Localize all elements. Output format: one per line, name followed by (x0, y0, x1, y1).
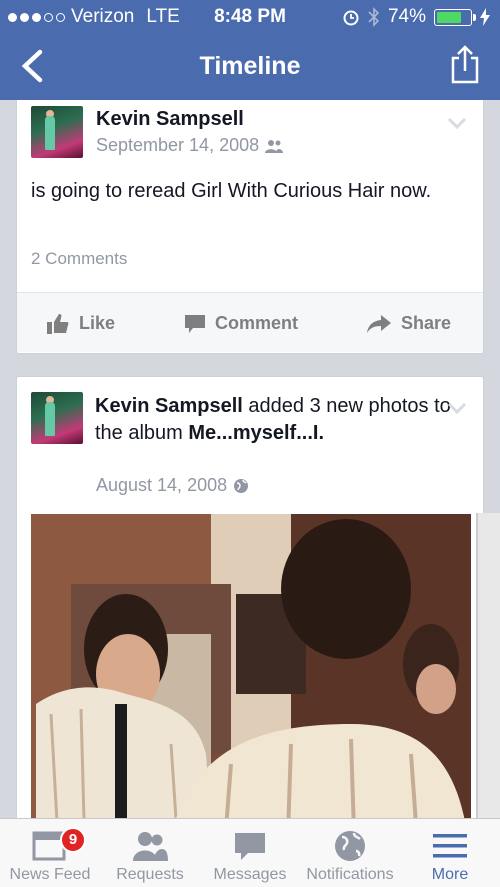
friends-privacy-icon (265, 139, 284, 153)
comment-icon (185, 314, 205, 333)
tab-label: News Feed (9, 866, 91, 883)
author-name[interactable]: Kevin Sampsell (96, 108, 244, 131)
tab-label: More (431, 866, 469, 883)
globe-privacy-icon (234, 478, 249, 493)
author-name[interactable]: Kevin Sampsell (95, 395, 243, 417)
tab-messages[interactable]: Messages (200, 819, 300, 887)
tab-label: Messages (213, 866, 287, 883)
post-headline: Kevin Sampsell added 3 new photos to the… (95, 393, 455, 447)
globe-icon (335, 831, 365, 861)
tab-notifications[interactable]: Notifications (300, 819, 400, 887)
friends-icon (133, 832, 168, 861)
alarm-icon (343, 10, 359, 26)
avatar[interactable] (31, 106, 83, 158)
like-button[interactable]: Like (47, 313, 115, 334)
post-meta: August 14, 2008 (96, 475, 249, 496)
post-date[interactable]: August 14, 2008 (96, 475, 227, 496)
battery-percent: 74% (387, 6, 426, 27)
comment-button[interactable]: Comment (185, 313, 298, 334)
share-arrow-icon (367, 314, 391, 333)
post-card: Kevin Sampsell added 3 new photos to the… (16, 376, 484, 887)
post-actions: Like Comment Share (17, 292, 483, 352)
chevron-down-icon[interactable] (447, 116, 467, 130)
tab-label: Notifications (306, 866, 394, 883)
post-card: Kevin Sampsell September 14, 2008 is goi… (16, 100, 484, 354)
tab-requests[interactable]: Requests (100, 819, 200, 887)
tab-more[interactable]: More (400, 819, 500, 887)
messages-icon (235, 833, 265, 860)
tab-news-feed[interactable]: 9 News Feed (0, 819, 100, 887)
share-button[interactable]: Share (367, 313, 451, 334)
thumbs-up-icon (47, 313, 69, 334)
comments-count[interactable]: 2 Comments (31, 249, 127, 269)
share-label: Share (401, 313, 452, 333)
comment-label: Comment (215, 313, 299, 333)
post-text: is going to reread Girl With Curious Hai… (31, 180, 432, 202)
tab-bar: 9 News Feed Requests Messages Notificati… (0, 818, 500, 887)
album-name[interactable]: Me...myself...I. (188, 422, 324, 444)
notification-badge: 9 (60, 827, 86, 853)
battery-icon (434, 8, 476, 26)
avatar[interactable] (31, 392, 83, 444)
chevron-down-icon[interactable] (447, 401, 467, 415)
next-photo-peek[interactable] (476, 513, 500, 818)
page-title: Timeline (199, 52, 301, 80)
share-icon[interactable] (450, 44, 480, 84)
tab-label: Requests (116, 866, 184, 883)
like-label: Like (79, 313, 116, 333)
status-bar: Verizon LTE 8:48 PM 74% (0, 0, 500, 34)
post-meta: September 14, 2008 (96, 135, 284, 156)
nav-bar: Timeline (0, 34, 500, 100)
charging-icon (480, 8, 490, 26)
menu-icon (433, 834, 467, 858)
post-date[interactable]: September 14, 2008 (96, 135, 259, 156)
bluetooth-icon (368, 7, 380, 27)
top-bar: Verizon LTE 8:48 PM 74% Timeline (0, 0, 500, 100)
